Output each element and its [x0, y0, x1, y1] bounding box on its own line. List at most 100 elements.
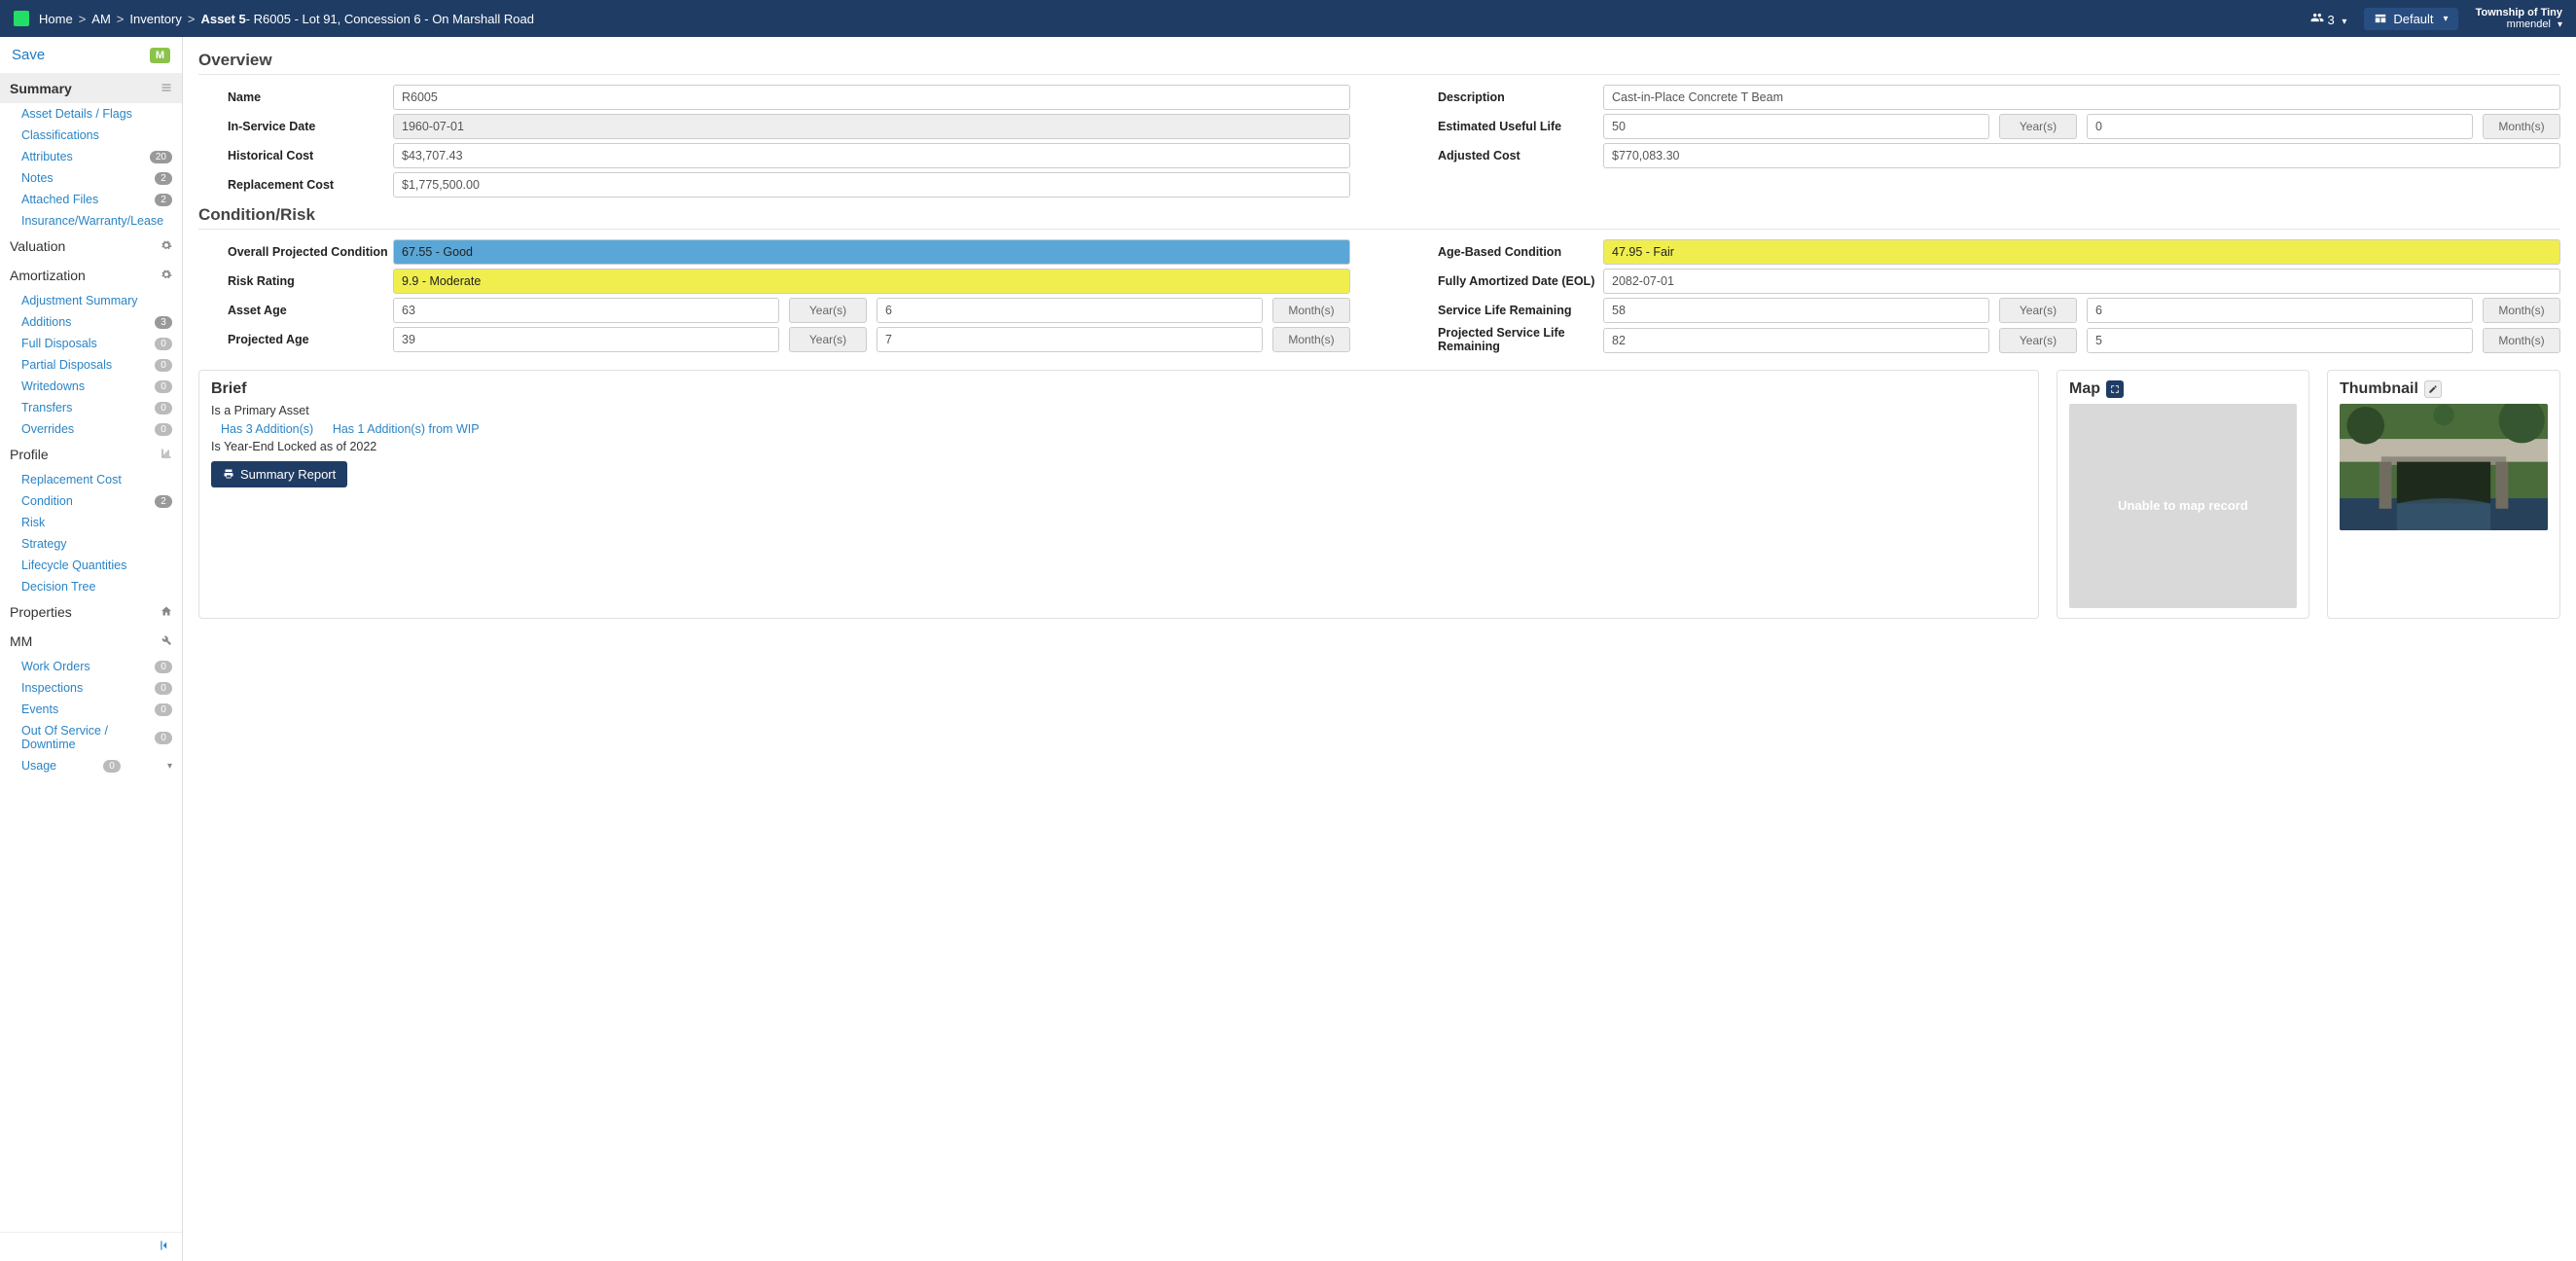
users-count: 3: [2327, 13, 2334, 27]
brief-link-wip[interactable]: Has 1 Addition(s) from WIP: [333, 422, 480, 436]
thumbnail-title: Thumbnail: [2340, 380, 2418, 398]
badge: 3: [155, 316, 172, 329]
sidebar-section-valuation[interactable]: Valuation: [0, 232, 182, 261]
hist-cost-field[interactable]: $43,707.43: [393, 143, 1350, 168]
sidebar-item-strategy[interactable]: Strategy: [0, 533, 182, 555]
sidebar-section-summary[interactable]: Summary: [0, 74, 182, 103]
top-bar: Home > AM > Inventory > Asset 5- R6005 -…: [0, 0, 2576, 37]
age-label: Asset Age: [198, 304, 393, 317]
main-content: Overview Name R6005 In-Service Date 1960…: [183, 37, 2576, 1261]
breadcrumb-sep: >: [188, 12, 196, 26]
app-logo: [14, 11, 29, 26]
chart-icon: [161, 448, 172, 462]
breadcrumb: Home > AM > Inventory > Asset 5- R6005 -…: [39, 12, 534, 26]
sidebar-item-attached-files[interactable]: Attached Files2: [0, 189, 182, 210]
breadcrumb-inventory[interactable]: Inventory: [129, 12, 181, 26]
sidebar-scroll[interactable]: SummaryAsset Details / FlagsClassificati…: [0, 74, 182, 1232]
sidebar-item-lifecycle-quantities[interactable]: Lifecycle Quantities: [0, 555, 182, 576]
breadcrumb-home[interactable]: Home: [39, 12, 73, 26]
sidebar-item-replacement-cost[interactable]: Replacement Cost: [0, 469, 182, 490]
pslr-years-field: 82: [1603, 328, 1989, 353]
gear-icon: [161, 239, 172, 254]
repl-cost-label: Replacement Cost: [198, 178, 393, 192]
desc-label: Description: [1409, 90, 1603, 104]
sidebar-section-profile[interactable]: Profile: [0, 440, 182, 469]
opc-label: Overall Projected Condition: [198, 245, 393, 259]
save-button[interactable]: Save M: [0, 37, 182, 74]
slr-months-field: 6: [2087, 298, 2473, 323]
brief-link-additions[interactable]: Has 3 Addition(s): [221, 422, 313, 436]
sidebar-item-inspections[interactable]: Inspections0: [0, 677, 182, 699]
proj-age-label: Projected Age: [198, 333, 393, 346]
sidebar-item-partial-disposals[interactable]: Partial Disposals0: [0, 354, 182, 376]
badge: 2: [155, 495, 172, 508]
sidebar-item-writedowns[interactable]: Writedowns0: [0, 376, 182, 397]
condition-title: Condition/Risk: [198, 205, 2560, 230]
thumbnail-image[interactable]: [2340, 404, 2548, 530]
sidebar-item-transfers[interactable]: Transfers0: [0, 397, 182, 418]
sidebar-item-condition[interactable]: Condition2: [0, 490, 182, 512]
pencil-icon: [2428, 384, 2438, 394]
proj-years-field: 39: [393, 327, 779, 352]
sidebar-item-events[interactable]: Events0: [0, 699, 182, 720]
sidebar-item-attributes[interactable]: Attributes20: [0, 146, 182, 167]
inservice-label: In-Service Date: [198, 120, 393, 133]
age-months-field: 6: [877, 298, 1263, 323]
name-field[interactable]: R6005: [393, 85, 1350, 110]
thumbnail-panel: Thumbnail: [2327, 370, 2560, 619]
repl-cost-field[interactable]: $1,775,500.00: [393, 172, 1350, 198]
sidebar-item-full-disposals[interactable]: Full Disposals0: [0, 333, 182, 354]
sidebar-section-amortization[interactable]: Amortization: [0, 261, 182, 290]
sidebar-item-risk[interactable]: Risk: [0, 512, 182, 533]
map-title: Map: [2069, 380, 2100, 398]
sidebar-item-overrides[interactable]: Overrides0: [0, 418, 182, 440]
risk-label: Risk Rating: [198, 274, 393, 288]
pslr-label: Projected Service Life Remaining: [1409, 327, 1603, 354]
sidebar-item-notes[interactable]: Notes2: [0, 167, 182, 189]
hist-cost-label: Historical Cost: [198, 149, 393, 162]
eul-months-field[interactable]: 0: [2087, 114, 2473, 139]
summary-report-button[interactable]: Summary Report: [211, 461, 347, 487]
years-suffix: Year(s): [1999, 114, 2077, 139]
users-online[interactable]: 3: [2310, 11, 2347, 27]
proj-months-field: 7: [877, 327, 1263, 352]
adj-cost-field[interactable]: $770,083.30: [1603, 143, 2560, 168]
overview-title: Overview: [198, 51, 2560, 75]
sidebar-item-usage[interactable]: Usage0 ▾: [0, 755, 182, 776]
breadcrumb-am[interactable]: AM: [91, 12, 111, 26]
sidebar-collapse-button[interactable]: [0, 1232, 182, 1261]
sidebar-item-adjustment-summary[interactable]: Adjustment Summary: [0, 290, 182, 311]
risk-field: 9.9 - Moderate: [393, 269, 1350, 294]
sidebar-item-work-orders[interactable]: Work Orders0: [0, 656, 182, 677]
layout-default-button[interactable]: Default: [2364, 8, 2457, 30]
sidebar-item-out-of-service-downtime[interactable]: Out Of Service / Downtime0: [0, 720, 182, 755]
years-suffix: Year(s): [789, 327, 867, 352]
map-expand-button[interactable]: [2106, 380, 2124, 398]
badge: 0: [155, 402, 172, 414]
thumbnail-edit-button[interactable]: [2424, 380, 2442, 398]
sidebar-section-mm[interactable]: MM: [0, 627, 182, 656]
sidebar-item-insurance-warranty-lease[interactable]: Insurance/Warranty/Lease: [0, 210, 182, 232]
sidebar-item-additions[interactable]: Additions3: [0, 311, 182, 333]
slr-years-field: 58: [1603, 298, 1989, 323]
chevron-left-bar-icon: [159, 1239, 172, 1252]
badge: 0: [103, 760, 121, 773]
eol-field: 2082-07-01: [1603, 269, 2560, 294]
sidebar-section-properties[interactable]: Properties: [0, 597, 182, 627]
sidebar-item-decision-tree[interactable]: Decision Tree: [0, 576, 182, 597]
desc-field[interactable]: Cast-in-Place Concrete T Beam: [1603, 85, 2560, 110]
name-label: Name: [198, 90, 393, 104]
eul-years-field[interactable]: 50: [1603, 114, 1989, 139]
sidebar-item-classifications[interactable]: Classifications: [0, 125, 182, 146]
abc-label: Age-Based Condition: [1409, 245, 1603, 259]
summary-report-label: Summary Report: [240, 467, 336, 482]
badge: 0: [155, 682, 172, 695]
brief-title: Brief: [211, 380, 2026, 398]
abc-field: 47.95 - Fair: [1603, 239, 2560, 265]
slr-label: Service Life Remaining: [1409, 304, 1603, 317]
tenant-menu[interactable]: Township of Tiny mmendel: [2476, 7, 2562, 30]
users-icon: [2310, 11, 2324, 24]
badge: 2: [155, 194, 172, 206]
badge: 0: [155, 661, 172, 673]
sidebar-item-asset-details-flags[interactable]: Asset Details / Flags: [0, 103, 182, 125]
